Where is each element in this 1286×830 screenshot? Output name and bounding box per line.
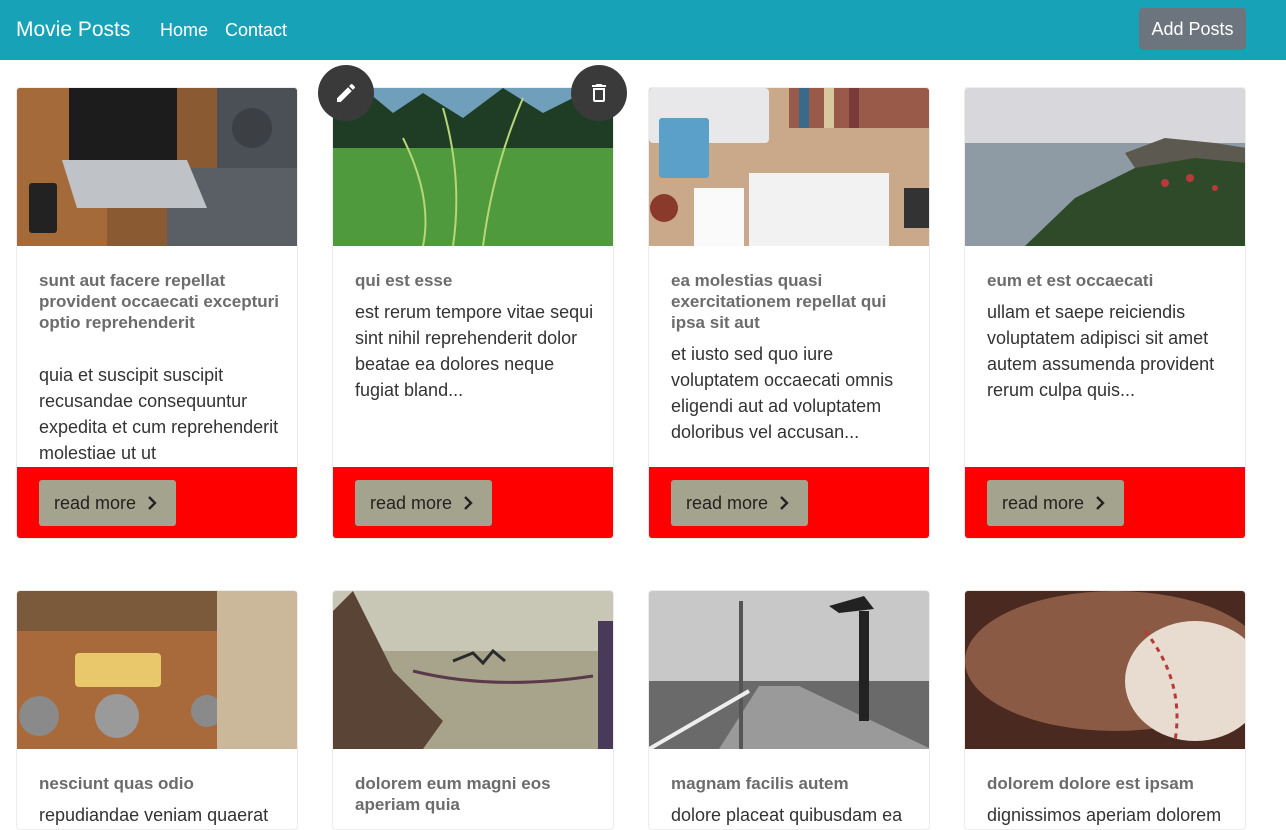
read-more-button[interactable]: read more xyxy=(355,480,492,526)
card-footer: read more xyxy=(333,467,613,538)
post-image xyxy=(649,88,929,246)
post-title: dolorem dolore est ipsam xyxy=(987,774,1194,793)
nav-link-contact[interactable]: Contact xyxy=(225,19,287,41)
read-more-button[interactable]: read more xyxy=(671,480,808,526)
post-title: dolorem eum magni eos aperiam quia xyxy=(355,774,551,814)
post-excerpt: est rerum tempore vitae sequi sint nihil… xyxy=(355,302,594,400)
post-card: ea molestias quasi exercitationem repell… xyxy=(648,87,930,539)
post-card: sunt aut facere repellat provident occae… xyxy=(16,87,298,539)
post-excerpt: ullam et saepe reiciendis voluptatem adi… xyxy=(987,302,1215,400)
post-title: sunt aut facere repellat provident occae… xyxy=(39,271,279,332)
card-footer: read more xyxy=(17,467,297,538)
post-card: nesciunt quas odio repudiandae veniam qu… xyxy=(16,590,298,830)
read-more-button[interactable]: read more xyxy=(987,480,1124,526)
post-excerpt: et iusto sed quo iure voluptatem occaeca… xyxy=(671,344,894,442)
post-image xyxy=(17,88,297,246)
post-card: dolorem eum magni eos aperiam quia xyxy=(332,590,614,830)
post-image xyxy=(333,591,613,749)
add-posts-button[interactable]: Add Posts xyxy=(1139,8,1246,50)
post-title: magnam facilis autem xyxy=(671,774,849,793)
read-more-button[interactable]: read more xyxy=(39,480,176,526)
brand[interactable]: Movie Posts xyxy=(16,16,130,44)
read-more-label: read more xyxy=(1002,493,1085,513)
post-card: dolorem dolore est ipsam dignissimos ape… xyxy=(964,590,1246,830)
chevron-right-icon xyxy=(780,496,789,510)
post-image xyxy=(965,591,1245,749)
delete-post-button[interactable] xyxy=(571,65,627,121)
post-card: magnam facilis autem dolore placeat quib… xyxy=(648,590,930,830)
post-image xyxy=(17,591,297,749)
pencil-icon xyxy=(337,83,356,102)
post-title: eum et est occaecati xyxy=(987,271,1154,290)
post-card: eum et est occaecati ullam et saepe reic… xyxy=(964,87,1246,539)
post-image xyxy=(333,88,613,246)
post-excerpt: dolore placeat quibusdam ea xyxy=(671,805,903,825)
read-more-label: read more xyxy=(686,493,769,513)
edit-post-button[interactable] xyxy=(318,65,374,121)
post-excerpt: repudiandae veniam quaerat xyxy=(39,805,269,825)
post-title: nesciunt quas odio xyxy=(39,774,194,793)
post-title: ea molestias quasi exercitationem repell… xyxy=(671,271,887,332)
post-image xyxy=(649,591,929,749)
post-excerpt: dignissimos aperiam dolorem xyxy=(987,805,1222,825)
read-more-label: read more xyxy=(370,493,453,513)
card-footer: read more xyxy=(649,467,929,538)
trash-icon xyxy=(592,84,606,102)
post-title: qui est esse xyxy=(355,271,453,290)
chevron-right-icon xyxy=(464,496,473,510)
post-image xyxy=(965,88,1245,246)
post-excerpt: quia et suscipit suscipit recusandae con… xyxy=(39,365,279,463)
chevron-right-icon xyxy=(148,496,157,510)
card-footer: read more xyxy=(965,467,1245,538)
navbar: Movie Posts Home Contact Add Posts xyxy=(0,0,1286,60)
chevron-right-icon xyxy=(1096,496,1105,510)
post-card: qui est esse est rerum tempore vitae seq… xyxy=(332,87,614,539)
read-more-label: read more xyxy=(54,493,137,513)
nav-link-home[interactable]: Home xyxy=(160,19,208,41)
